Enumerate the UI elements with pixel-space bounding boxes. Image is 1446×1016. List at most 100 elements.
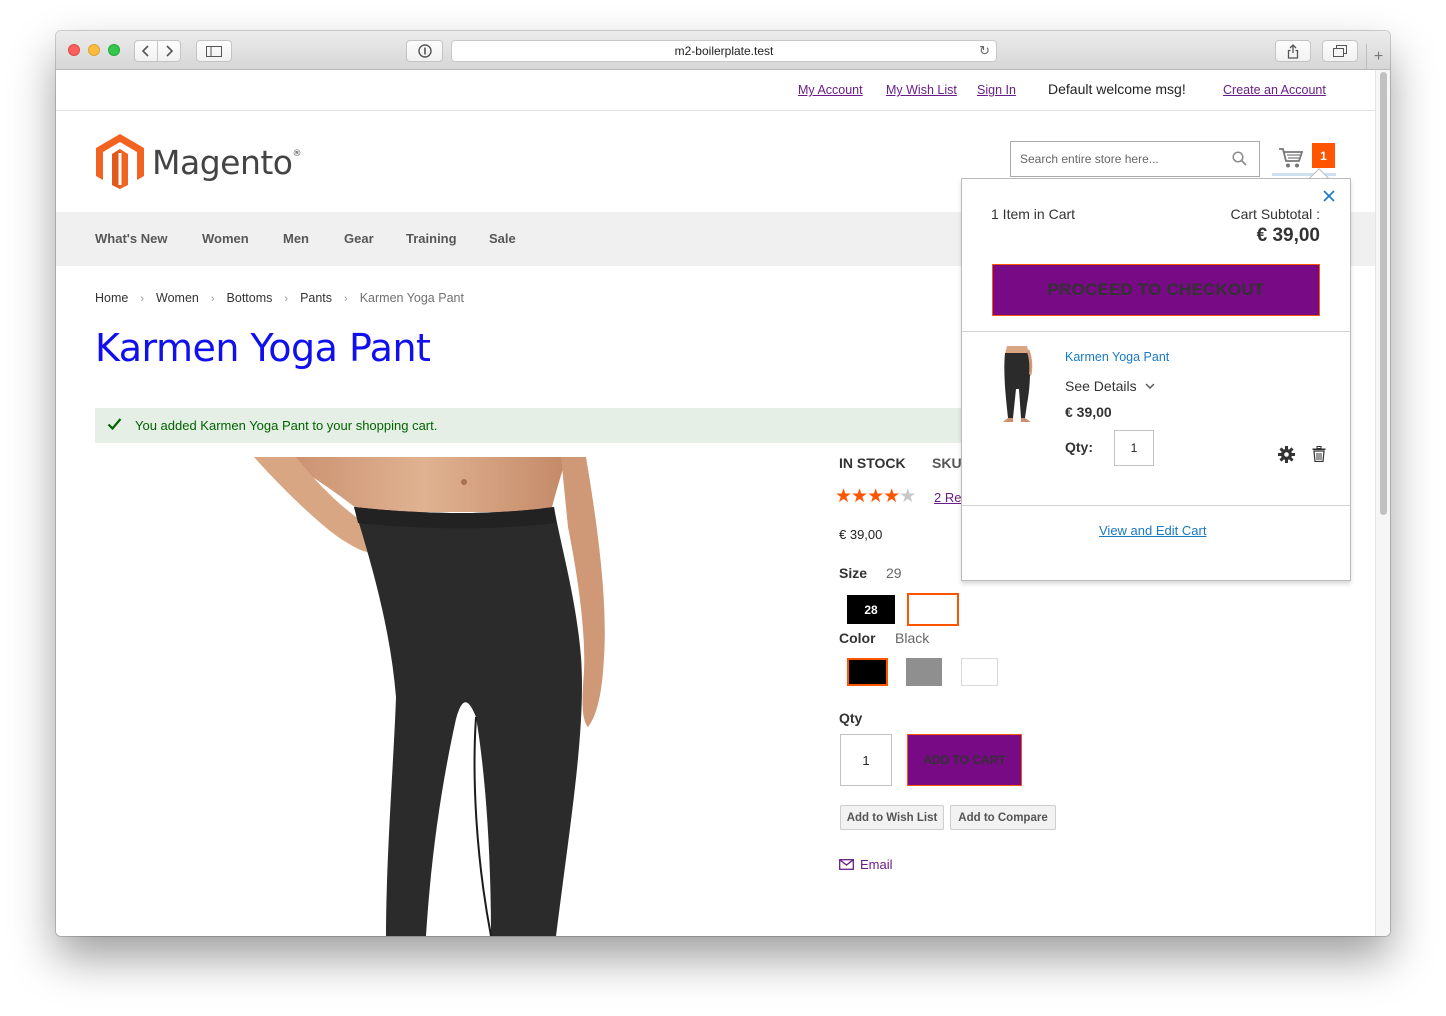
success-message: You added Karmen Yoga Pant to your shopp… [95,408,985,443]
star-empty-icon: ★ [899,486,916,507]
see-details-label: See Details [1065,378,1137,394]
product-image[interactable] [236,457,616,936]
qty-input[interactable] [840,734,892,786]
page-viewport: My Account My Wish List Sign In Default … [56,70,1390,936]
minicart-qty-label: Qty: [1065,439,1093,455]
privacy-report-button[interactable] [406,40,443,62]
sign-in-link[interactable]: Sign In [977,83,1016,97]
minicart-product-name[interactable]: Karmen Yoga Pant [1065,350,1169,364]
welcome-message: Default welcome msg! [1048,81,1186,97]
size-swatch-29[interactable] [907,593,959,626]
add-to-compare-button[interactable]: Add to Compare [950,805,1056,830]
chevron-left-icon [142,45,149,57]
color-selected-value: Black [895,630,930,646]
browser-window: m2-boilerplate.test ↻ + My Account My Wi… [56,31,1390,936]
star-icon: ★ [867,486,884,507]
proceed-to-checkout-button[interactable]: PROCEED TO CHECKOUT [992,264,1320,316]
nav-item-sale[interactable]: Sale [489,231,516,246]
chevron-down-icon [1145,383,1155,389]
breadcrumb-women[interactable]: Women [156,291,199,305]
shopping-cart-icon[interactable] [1278,147,1304,169]
size-label: Size [839,565,868,581]
star-icon: ★ [835,486,852,507]
share-icon [1287,43,1299,59]
color-swatch-black[interactable] [847,658,888,686]
color-swatch-white[interactable] [961,658,998,686]
browser-toolbar: m2-boilerplate.test ↻ + [56,31,1390,70]
stock-status: IN STOCK [839,455,906,471]
forward-button[interactable] [157,40,181,62]
breadcrumb-bottoms[interactable]: Bottoms [227,291,273,305]
breadcrumb-separator: › [284,293,289,305]
address-bar[interactable]: m2-boilerplate.test ↻ [451,40,997,62]
close-icon[interactable] [1322,189,1336,203]
my-wish-list-link[interactable]: My Wish List [886,83,957,97]
chevron-right-icon [166,45,173,57]
gear-icon[interactable] [1278,446,1295,463]
tabs-overview-button[interactable] [1322,40,1358,62]
minicart-item-count: 1 Item in Cart [991,206,1076,222]
add-to-wish-list-button[interactable]: Add to Wish List [840,805,944,830]
minicart-subtotal-label: Cart Subtotal : [1230,206,1321,222]
nav-item-women[interactable]: Women [202,231,249,246]
nav-item-men[interactable]: Men [283,231,309,246]
sidebar-toggle-button[interactable] [196,40,232,62]
new-tab-button[interactable]: + [1366,44,1390,70]
tabs-icon [1333,45,1347,57]
view-and-edit-cart-link[interactable]: View and Edit Cart [1099,523,1206,538]
header-panel: My Account My Wish List Sign In Default … [56,70,1375,111]
breadcrumb-current: Karmen Yoga Pant [359,291,464,305]
zoom-window-button[interactable] [108,44,120,56]
size-selected-value: 29 [886,565,902,581]
search-input[interactable] [1011,142,1211,176]
magento-logo-icon [96,134,144,189]
nav-item-whats-new[interactable]: What's New [95,231,167,246]
email-link[interactable]: Email [839,857,893,872]
nav-item-training[interactable]: Training [406,231,457,246]
minicart-qty-input[interactable] [1114,430,1154,466]
star-icon: ★ [883,486,900,507]
reviews-link[interactable]: 2 Re [934,490,961,505]
checkmark-icon [107,418,122,431]
breadcrumb-separator: › [344,293,348,305]
back-button[interactable] [134,40,158,62]
site-logo[interactable]: Magento® [95,133,301,189]
trash-icon[interactable] [1312,446,1326,462]
breadcrumb-pants[interactable]: Pants [300,291,332,305]
cart-count-badge[interactable]: 1 [1312,143,1335,168]
close-window-button[interactable] [68,44,80,56]
search-box[interactable] [1010,141,1260,177]
minicart-subtotal-value: € 39,00 [1256,225,1320,246]
my-account-link[interactable]: My Account [798,83,863,97]
share-button[interactable] [1275,40,1311,62]
logo-wordmark: Magento® [152,143,301,182]
sidebar-icon [206,45,222,57]
minicart-dropdown: 1 Item in Cart Cart Subtotal : € 39,00 P… [961,178,1351,581]
scrollbar-thumb[interactable] [1380,72,1387,515]
url-text: m2-boilerplate.test [674,44,774,58]
star-icon: ★ [851,486,868,507]
reload-icon[interactable]: ↻ [979,43,990,59]
minicart-item-price: € 39,00 [1065,404,1112,420]
page-scrollbar[interactable] [1375,70,1390,936]
see-details-toggle[interactable]: See Details [1065,378,1155,394]
success-message-text: You added Karmen Yoga Pant to your shopp… [135,418,438,433]
minimize-window-button[interactable] [88,44,100,56]
breadcrumb-separator: › [210,293,215,305]
rating-stars: ★★★★★ [835,485,916,508]
page-title: Karmen Yoga Pant [95,326,431,370]
minicart-divider [962,505,1350,506]
size-swatch-28[interactable]: 28 [847,595,895,624]
add-to-cart-button[interactable]: ADD TO CART [907,734,1022,786]
color-swatch-gray[interactable] [906,658,942,686]
search-icon[interactable] [1232,151,1247,166]
sku-label: SKU [932,455,962,471]
color-label: Color [839,630,876,646]
email-link-label: Email [860,857,893,872]
breadcrumb-home[interactable]: Home [95,291,128,305]
product-price: € 39,00 [839,527,883,542]
nav-item-gear[interactable]: Gear [344,231,374,246]
minicart-product-thumbnail[interactable] [991,344,1043,424]
create-account-link[interactable]: Create an Account [1223,83,1326,97]
minicart-divider [962,331,1350,332]
